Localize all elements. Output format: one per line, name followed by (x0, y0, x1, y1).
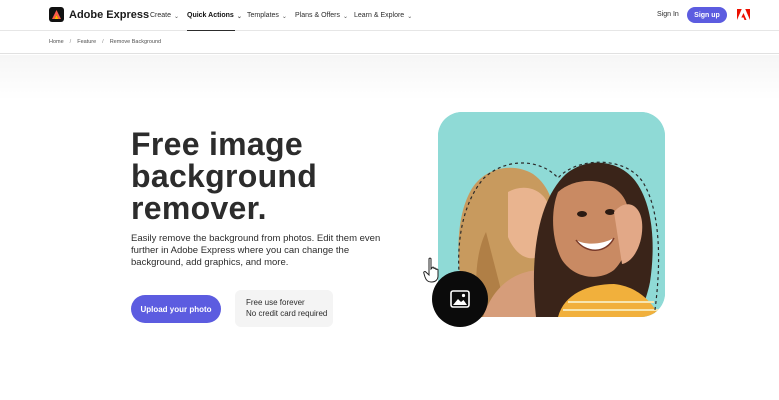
chevron-down-icon: ⌄ (281, 14, 287, 20)
breadcrumb-feature[interactable]: Feature (77, 39, 96, 45)
free-use-line: Free use forever (246, 298, 305, 307)
title-line: background (131, 158, 318, 194)
top-navigation: Adobe Express Create ⌄ Quick Actions ⌄ T… (0, 0, 779, 32)
free-use-note: Free use forever No credit card required (235, 290, 333, 327)
breadcrumb: Home / Feature / Remove Background (49, 39, 161, 45)
menu-item-quick-actions[interactable]: Quick Actions ⌄ (187, 0, 242, 32)
chevron-down-icon: ⌄ (236, 14, 242, 20)
chevron-down-icon: ⌄ (174, 14, 180, 20)
brand-logo[interactable]: Adobe Express (49, 7, 149, 22)
sign-up-button[interactable]: Sign up (687, 7, 727, 23)
adobe-express-logo-icon (49, 7, 64, 22)
chevron-down-icon: ⌄ (407, 14, 413, 20)
menu-item-plans-offers[interactable]: Plans & Offers ⌄ (295, 0, 348, 31)
menu-item-learn-explore[interactable]: Learn & Explore ⌄ (354, 0, 412, 31)
menu-item-label: Plans & Offers (295, 12, 341, 19)
breadcrumb-current: Remove Background (109, 39, 162, 45)
page-title: Free image background remover. (131, 128, 391, 224)
image-icon (450, 290, 470, 308)
image-upload-badge (432, 271, 488, 327)
adobe-logo-icon[interactable] (737, 9, 750, 21)
brand-name: Adobe Express (69, 8, 150, 21)
sign-in-link[interactable]: Sign In (657, 11, 679, 18)
chevron-down-icon: ⌄ (343, 14, 349, 20)
no-credit-card-line: No credit card required (246, 309, 328, 318)
menu-item-templates[interactable]: Templates ⌄ (247, 0, 287, 31)
breadcrumb-separator: / (102, 39, 104, 45)
breadcrumb-bar: Home / Feature / Remove Background (0, 31, 779, 54)
hero-description: Easily remove the background from photos… (131, 233, 381, 268)
menu-item-label: Learn & Explore (354, 12, 405, 19)
menu-item-label: Create (150, 12, 172, 19)
menu-item-label: Templates (247, 12, 279, 19)
breadcrumb-home[interactable]: Home (49, 39, 64, 45)
menu-item-create[interactable]: Create ⌄ (150, 0, 179, 31)
title-line: Free image (131, 126, 303, 162)
upload-photo-button[interactable]: Upload your photo (131, 295, 221, 323)
hero-section: Free image background remover. Easily re… (0, 55, 779, 400)
title-line: remover. (131, 190, 267, 226)
breadcrumb-separator: / (69, 39, 72, 45)
menu-item-label: Quick Actions (187, 12, 234, 19)
